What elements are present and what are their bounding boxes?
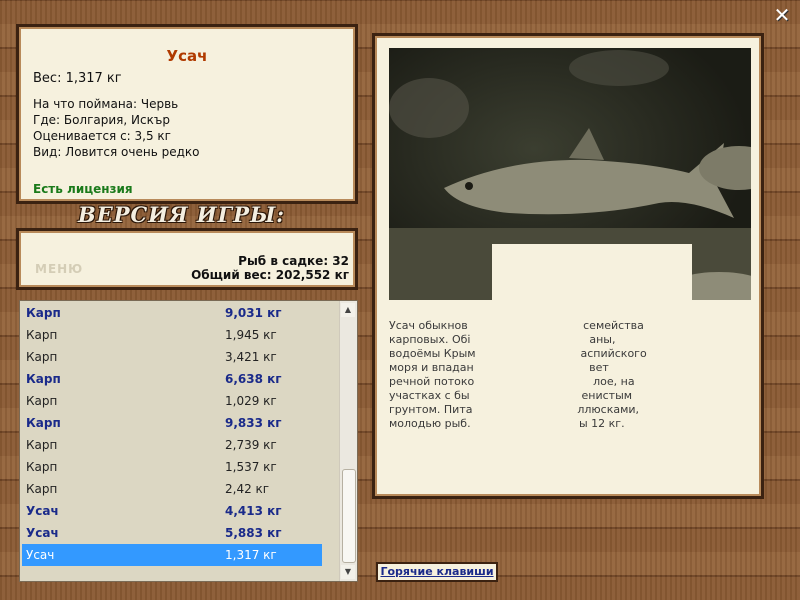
hotkeys-button[interactable]: Горячие клавиши (376, 562, 498, 582)
catch-fish-weight: 9,031 кг (225, 306, 282, 320)
catch-fish-name: Карп (26, 438, 58, 452)
catch-fish-name: Усач (26, 548, 55, 562)
catch-fish-name: Карп (26, 372, 61, 386)
scroll-up-icon[interactable]: ▲ (341, 303, 355, 317)
catch-fish-weight: 4,413 кг (225, 504, 282, 518)
catch-row[interactable]: Усач 5,883 кг (22, 522, 322, 544)
fish-rarity: Вид: Ловится очень редко (33, 145, 200, 159)
catch-row[interactable]: Усач 4,413 кг (22, 500, 322, 522)
fish-title: Усач (166, 47, 208, 65)
keep-total-weight: Общий вес: 202,552 кг (191, 268, 349, 282)
fish-value: Оценивается с: 3,5 кг (33, 129, 171, 143)
fish-bait: На что поймана: Червь (33, 97, 179, 111)
catch-row[interactable]: Карп 1,537 кг (22, 456, 322, 478)
catch-fish-weight: 1,945 кг (225, 328, 277, 342)
fish-description: Усач обыкнов семейства карповых. Обі аны… (389, 319, 647, 430)
catch-fish-name: Усач (26, 504, 59, 518)
catch-row[interactable]: Карп 2,42 кг (22, 478, 322, 500)
fish-description-panel: Усач обыкнов семейства карповых. Обі аны… (372, 33, 764, 499)
catch-fish-weight: 1,537 кг (225, 460, 277, 474)
fish-weight: Вес: 1,317 кг (33, 71, 122, 86)
keep-count: Рыб в садке: 32 (238, 254, 349, 268)
list-scrollbar[interactable]: ▲ ▼ (339, 301, 357, 581)
catch-fish-weight: 2,739 кг (225, 438, 277, 452)
fish-photo (389, 48, 751, 300)
keep-net-panel: МЕНЮ Рыб в садке: 32 Общий вес: 202,552 … (16, 228, 358, 290)
catch-row[interactable]: Карп 6,638 кг (22, 368, 322, 390)
menu-button[interactable]: МЕНЮ (35, 262, 83, 276)
catch-row[interactable]: Карп 1,945 кг (22, 324, 322, 346)
catch-fish-weight: 2,42 кг (225, 482, 270, 496)
catch-fish-name: Карп (26, 460, 58, 474)
scroll-down-icon[interactable]: ▼ (341, 565, 355, 579)
close-icon[interactable]: ✕ (772, 4, 792, 26)
catch-fish-weight: 3,421 кг (225, 350, 277, 364)
catch-fish-weight: 5,883 кг (225, 526, 282, 540)
fish-location: Где: Болгария, Искър (33, 113, 170, 127)
catch-fish-name: Карп (26, 328, 58, 342)
catch-row[interactable]: Усач 1,317 кг (22, 544, 322, 566)
license-status: Есть лицензия (33, 182, 133, 196)
catch-fish-weight: 1,029 кг (225, 394, 277, 408)
catch-row[interactable]: Карп 9,833 кг (22, 412, 322, 434)
catch-fish-name: Карп (26, 306, 61, 320)
catch-list: Карп 9,031 кг Карп 1,945 кг Карп 3,421 кг Карп… (19, 300, 358, 582)
catch-fish-weight: 9,833 кг (225, 416, 282, 430)
catch-fish-weight: 6,638 кг (225, 372, 282, 386)
catch-fish-weight: 1,317 кг (225, 548, 277, 562)
catch-row[interactable]: Карп 1,029 кг (22, 390, 322, 412)
photo-overlay (492, 244, 692, 300)
fish-info-panel: Усач Вес: 1,317 кг На что поймана: Червь… (16, 24, 358, 204)
catch-row[interactable]: Карп 2,739 кг (22, 434, 322, 456)
catch-fish-name: Карп (26, 394, 58, 408)
catch-row[interactable]: Карп 9,031 кг (22, 302, 322, 324)
scroll-thumb[interactable] (342, 469, 356, 563)
catch-fish-name: Карп (26, 482, 58, 496)
catch-fish-name: Усач (26, 526, 59, 540)
catch-row[interactable]: Карп 3,421 кг (22, 346, 322, 368)
catch-fish-name: Карп (26, 416, 61, 430)
game-version: ВЕРСИЯ ИГРЫ: 3.7.5 (78, 202, 286, 252)
catch-fish-name: Карп (26, 350, 58, 364)
